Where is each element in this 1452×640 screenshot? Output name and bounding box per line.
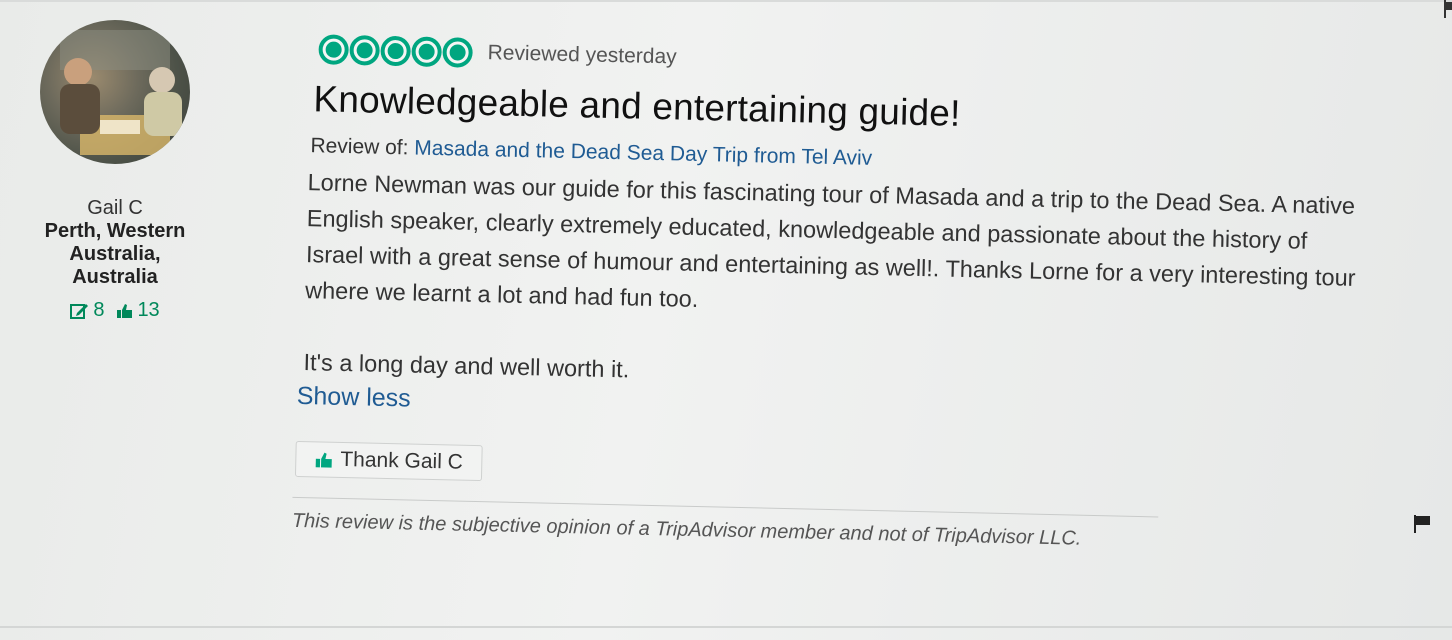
rating-bubbles (318, 34, 473, 68)
flag-icon[interactable] (1444, 0, 1452, 18)
member-info: Gail C Perth, Western Australia, Austral… (20, 20, 210, 322)
review-of-link[interactable]: Masada and the Dead Sea Day Trip from Te… (414, 137, 872, 170)
show-less-link[interactable]: Show less (296, 382, 411, 414)
helpful-votes[interactable]: 13 (116, 299, 160, 322)
member-stats: 8 13 (20, 299, 210, 322)
username[interactable]: Gail C (20, 197, 210, 220)
rating-bubble (318, 34, 349, 65)
review-of-label: Review of: (310, 134, 409, 160)
disclaimer: This review is the subjective opinion of… (291, 509, 1082, 550)
review-container: Reviewed yesterday Knowledgeable and ent… (291, 34, 1385, 557)
top-divider (0, 0, 1452, 2)
rating-bubble (442, 37, 473, 68)
thank-button-label: Thank Gail C (340, 447, 464, 474)
report-flag-icon[interactable] (1412, 514, 1432, 534)
thank-button[interactable]: Thank Gail C (294, 440, 483, 482)
rating-bubble (380, 35, 411, 67)
hometown: Perth, Western Australia, Australia (44, 220, 186, 288)
rating-bubble (349, 35, 380, 66)
review-paragraph: Lorne Newman was our guide for this fasc… (304, 169, 1356, 312)
thumbs-up-icon (315, 452, 332, 468)
pencil-square-icon (70, 303, 89, 319)
rating-bubble (411, 36, 442, 68)
review-body: Lorne Newman was our guide for this fasc… (303, 164, 1368, 404)
avatar[interactable] (40, 20, 190, 164)
thumbs-up-icon (117, 303, 133, 318)
rating-row: Reviewed yesterday (318, 34, 1384, 88)
bottom-divider (0, 626, 1452, 628)
review-title[interactable]: Knowledgeable and entertaining guide! (313, 78, 1384, 144)
rating-date: Reviewed yesterday (487, 41, 677, 69)
review-count[interactable]: 8 (70, 299, 104, 322)
